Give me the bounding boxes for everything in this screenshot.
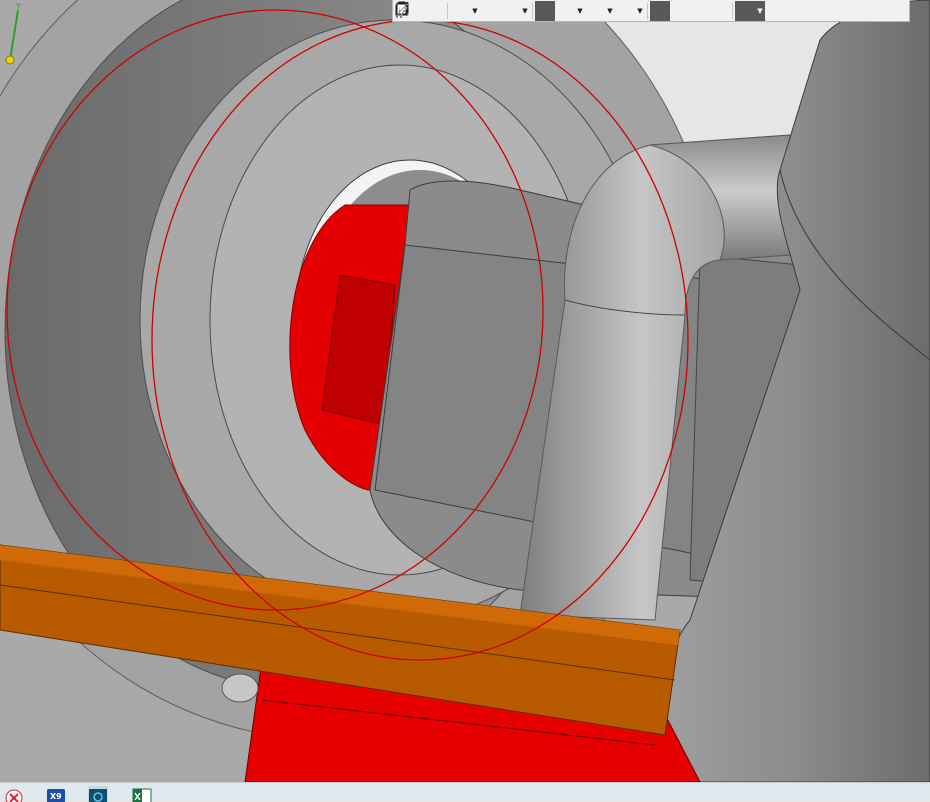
copy-button[interactable] — [395, 1, 710, 21]
slot-hole — [221, 673, 259, 703]
apply-scene-button[interactable] — [395, 0, 670, 21]
toolbar-separator — [647, 2, 648, 19]
chevron-down-icon[interactable]: ▼ — [605, 1, 615, 21]
chevron-down-icon[interactable]: ▼ — [635, 1, 645, 21]
toolbar-separator — [732, 2, 733, 19]
edit-appearance-button[interactable] — [395, 1, 635, 21]
toolbar-separator — [532, 2, 533, 19]
display-style-button[interactable] — [395, 1, 575, 21]
zoom-button[interactable] — [395, 1, 470, 21]
measure-button[interactable] — [396, 1, 785, 21]
triad-y-label: Y — [15, 2, 21, 11]
display-style-shaded-button[interactable] — [395, 0, 555, 21]
view-orientation-button[interactable] — [396, 1, 520, 21]
paste-button[interactable] — [396, 1, 730, 21]
chevron-down-icon[interactable]: ▼ — [470, 1, 480, 21]
hide-show-button[interactable] — [395, 1, 605, 21]
cad-model[interactable] — [0, 0, 930, 782]
toolbar-separator — [447, 2, 448, 19]
section-view-button[interactable] — [396, 1, 445, 21]
eyedropper-button[interactable] — [397, 1, 805, 21]
graphics-area[interactable]: ▼ ▼ ▼ ▼ ▼ ▼ Y — [0, 0, 930, 782]
chevron-down-icon[interactable]: ▼ — [520, 1, 530, 21]
view-settings-button[interactable] — [396, 1, 690, 21]
taskbar: X9 — [0, 782, 930, 802]
rotate-view-button[interactable] — [397, 1, 500, 21]
chevron-down-icon[interactable]: ▼ — [575, 1, 585, 21]
selection-filter-button[interactable] — [396, 0, 755, 21]
heads-up-view-toolbar: ▼ ▼ ▼ ▼ ▼ ▼ — [392, 0, 910, 22]
chevron-down-icon[interactable]: ▼ — [755, 0, 765, 21]
reference-triad: Y — [5, 2, 21, 65]
